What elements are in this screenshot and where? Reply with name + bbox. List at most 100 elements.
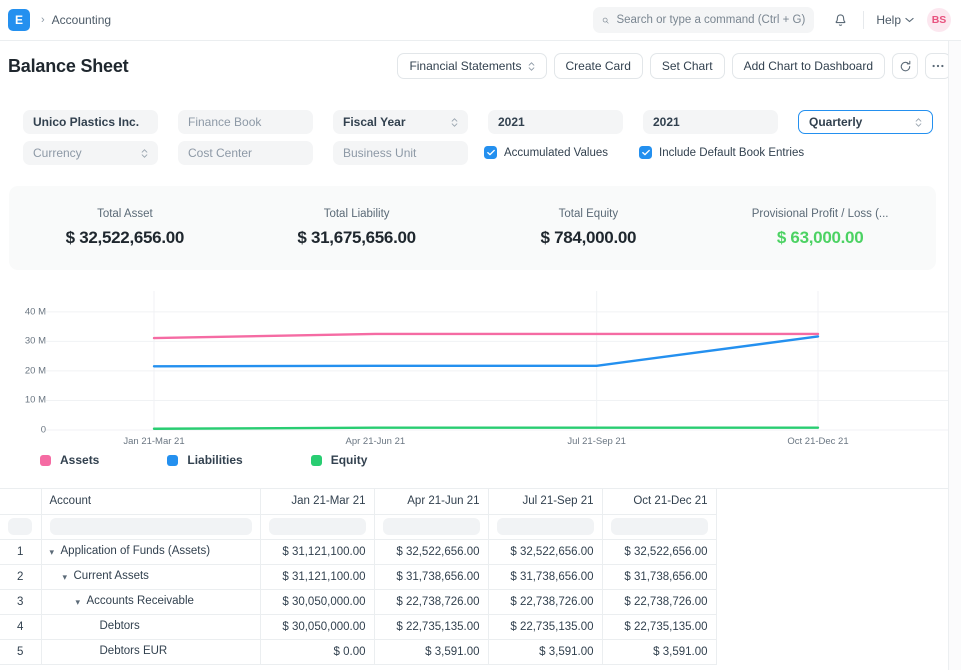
company-filter[interactable]: Unico Plastics Inc.	[23, 110, 158, 134]
table-row[interactable]: 5Debtors EUR$ 0.00$ 3,591.00$ 3,591.00$ …	[0, 639, 716, 664]
row-value-q1[interactable]: $ 30,050,000.00	[260, 589, 374, 614]
row-account[interactable]: ▾Application of Funds (Assets)	[41, 539, 260, 564]
company-filter-value: Unico Plastics Inc.	[33, 115, 139, 129]
row-value-q3[interactable]: $ 22,735,135.00	[488, 614, 602, 639]
row-value-q2[interactable]: $ 3,591.00	[374, 639, 488, 664]
help-menu[interactable]: Help	[876, 13, 914, 27]
legend-item-assets[interactable]: Assets	[40, 453, 99, 467]
chevron-down-icon[interactable]: ▾	[76, 597, 87, 608]
set-chart-label: Set Chart	[662, 59, 713, 73]
table-row[interactable]: 4Debtors$ 30,050,000.00$ 22,735,135.00$ …	[0, 614, 716, 639]
filter-cell-q1[interactable]	[260, 514, 374, 539]
row-value-q2[interactable]: $ 32,522,656.00	[374, 539, 488, 564]
to-fiscal-year-filter[interactable]: 2021	[643, 110, 778, 134]
row-value-q1[interactable]: $ 31,121,100.00	[260, 564, 374, 589]
row-account[interactable]: ▾Current Assets	[41, 564, 260, 589]
business-unit-placeholder: Business Unit	[343, 146, 416, 160]
search-input[interactable]: Search or type a command (Ctrl + G)	[593, 7, 814, 33]
row-value-q2[interactable]: $ 22,735,135.00	[374, 614, 488, 639]
summary-value: $ 784,000.00	[473, 228, 705, 248]
add-chart-to-dashboard-label: Add Chart to Dashboard	[744, 59, 873, 73]
summary-label: Total Asset	[9, 208, 241, 220]
summary-value: $ 31,675,656.00	[241, 228, 473, 248]
row-value-q4[interactable]: $ 3,591.00	[602, 639, 716, 664]
column-header-q2[interactable]: Apr 21-Jun 21	[374, 489, 488, 514]
summary-card-total-equity: Total Equity $ 784,000.00	[473, 208, 705, 248]
row-value-q4[interactable]: $ 32,522,656.00	[602, 539, 716, 564]
breadcrumb-accounting[interactable]: Accounting	[52, 13, 111, 27]
chart-y-axis: 40 M30 M20 M10 M0	[0, 288, 46, 438]
avatar-initials: BS	[932, 14, 947, 26]
chevron-down-icon[interactable]: ▾	[63, 572, 74, 583]
set-chart-button[interactable]: Set Chart	[650, 53, 725, 79]
legend-item-liabilities[interactable]: Liabilities	[167, 453, 242, 467]
filter-cell-q4[interactable]	[602, 514, 716, 539]
filter-cell-account[interactable]	[41, 514, 260, 539]
accumulated-values-checkbox[interactable]: Accumulated Values	[484, 146, 608, 159]
add-chart-to-dashboard-button[interactable]: Add Chart to Dashboard	[732, 53, 885, 79]
create-card-button[interactable]: Create Card	[554, 53, 643, 79]
app-page: E › Accounting Search or type a command …	[0, 0, 961, 670]
row-value-q4[interactable]: $ 22,738,726.00	[602, 589, 716, 614]
row-value-q1[interactable]: $ 30,050,000.00	[260, 614, 374, 639]
legend-label: Equity	[331, 453, 368, 467]
table-row[interactable]: 1▾Application of Funds (Assets)$ 31,121,…	[0, 539, 716, 564]
navbar: E › Accounting Search or type a command …	[0, 0, 961, 41]
help-label: Help	[876, 13, 901, 27]
finance-book-filter[interactable]: Finance Book	[178, 110, 313, 134]
column-header-account[interactable]: Account	[41, 489, 260, 514]
avatar[interactable]: BS	[927, 8, 951, 32]
chart-y-tick: 30 M	[25, 336, 46, 347]
row-value-q1[interactable]: $ 0.00	[260, 639, 374, 664]
row-value-q3[interactable]: $ 32,522,656.00	[488, 539, 602, 564]
table-row[interactable]: 3▾Accounts Receivable$ 30,050,000.00$ 22…	[0, 589, 716, 614]
summary-value: $ 63,000.00	[704, 228, 936, 248]
from-fiscal-year-filter[interactable]: 2021	[488, 110, 623, 134]
balance-sheet-chart: 40 M30 M20 M10 M0 Jan 21-Mar 21Apr 21-Ju…	[0, 288, 948, 478]
financial-statements-label: Financial Statements	[409, 59, 521, 73]
table-row[interactable]: 2▾Current Assets$ 31,121,100.00$ 31,738,…	[0, 564, 716, 589]
chart-x-tick: Jan 21-Mar 21	[123, 436, 184, 447]
row-value-q1[interactable]: $ 31,121,100.00	[260, 539, 374, 564]
row-value-q3[interactable]: $ 31,738,656.00	[488, 564, 602, 589]
chevron-down-icon[interactable]: ▾	[50, 547, 61, 558]
row-account-label: Accounts Receivable	[87, 595, 194, 607]
chevron-down-icon	[905, 17, 914, 23]
currency-filter[interactable]: Currency	[23, 141, 158, 165]
refresh-button[interactable]	[892, 53, 918, 79]
summary-card-provisional-profit-loss: Provisional Profit / Loss (... $ 63,000.…	[704, 208, 936, 248]
app-logo-icon[interactable]: E	[8, 9, 30, 31]
row-value-q2[interactable]: $ 22,738,726.00	[374, 589, 488, 614]
table-filter-row[interactable]	[0, 514, 716, 539]
column-header-q1[interactable]: Jan 21-Mar 21	[260, 489, 374, 514]
chart-y-tick: 40 M	[25, 306, 46, 317]
filter-pill	[611, 518, 708, 535]
summary-cards: Total Asset $ 32,522,656.00 Total Liabil…	[9, 186, 936, 270]
filter-cell-q3[interactable]	[488, 514, 602, 539]
filter-cell-q2[interactable]	[374, 514, 488, 539]
row-account-label: Debtors EUR	[100, 645, 168, 657]
row-value-q3[interactable]: $ 3,591.00	[488, 639, 602, 664]
filter-pill	[8, 518, 32, 535]
cost-center-filter[interactable]: Cost Center	[178, 141, 313, 165]
business-unit-filter[interactable]: Business Unit	[333, 141, 468, 165]
notification-bell-icon[interactable]	[829, 9, 851, 31]
periodicity-filter[interactable]: Quarterly	[798, 110, 933, 134]
row-value-q3[interactable]: $ 22,738,726.00	[488, 589, 602, 614]
period-type-filter[interactable]: Fiscal Year	[333, 110, 468, 134]
row-account[interactable]: Debtors EUR	[41, 639, 260, 664]
row-account[interactable]: ▾Accounts Receivable	[41, 589, 260, 614]
legend-item-equity[interactable]: Equity	[311, 453, 368, 467]
balance-sheet-table[interactable]: Account Jan 21-Mar 21 Apr 21-Jun 21 Jul …	[0, 488, 948, 670]
financial-statements-select[interactable]: Financial Statements	[397, 53, 546, 79]
column-header-q4[interactable]: Oct 21-Dec 21	[602, 489, 716, 514]
filter-cell-index[interactable]	[0, 514, 41, 539]
include-default-book-entries-checkbox[interactable]: Include Default Book Entries	[639, 146, 804, 159]
column-header-index	[0, 489, 41, 514]
row-account[interactable]: Debtors	[41, 614, 260, 639]
row-value-q2[interactable]: $ 31,738,656.00	[374, 564, 488, 589]
select-arrows-icon	[528, 62, 535, 71]
row-value-q4[interactable]: $ 22,735,135.00	[602, 614, 716, 639]
column-header-q3[interactable]: Jul 21-Sep 21	[488, 489, 602, 514]
row-value-q4[interactable]: $ 31,738,656.00	[602, 564, 716, 589]
